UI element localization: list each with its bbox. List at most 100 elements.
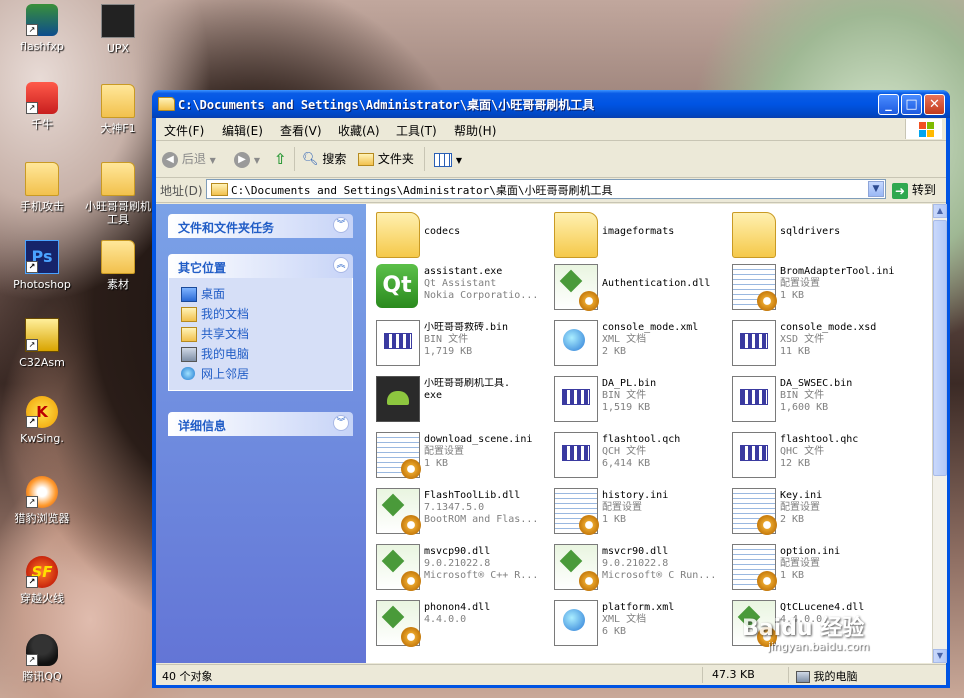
file-item[interactable]: platform.xml XML 文档 6 KB: [548, 596, 726, 652]
file-detail: 6 KB: [602, 626, 627, 637]
file-item[interactable]: option.ini 配置设置 1 KB: [726, 540, 904, 596]
file-item[interactable]: imageformats: [548, 208, 726, 264]
menu-edit[interactable]: 编辑(E): [222, 122, 263, 139]
back-arrow-icon: ◀: [162, 151, 178, 168]
file-item[interactable]: flashtool.qch QCH 文件 6,414 KB: [548, 428, 726, 484]
folders-button[interactable]: 文件夹: [358, 149, 414, 169]
menu-file[interactable]: 文件(F): [164, 122, 204, 139]
desktop-icon-qq[interactable]: ↗ 腾讯QQ: [4, 634, 80, 683]
minimize-button[interactable]: _: [878, 94, 899, 115]
desktop-icon-photoshop[interactable]: Ps ↗ Photoshop: [4, 240, 80, 291]
folder-icon: [101, 84, 135, 118]
other-places-header[interactable]: 其它位置 ︽: [168, 254, 353, 278]
file-text: imageformats: [602, 226, 724, 238]
up-folder-button[interactable]: ⇧: [274, 149, 287, 169]
file-item[interactable]: Authentication.dll: [548, 260, 726, 316]
details-header[interactable]: 详细信息 ︾: [168, 412, 353, 436]
file-item[interactable]: Qt assistant.exe Qt Assistant Nokia Corpora…: [370, 260, 548, 316]
folder-icon: [732, 212, 776, 258]
file-text: console_mode.xml XML 文档 2 KB: [602, 322, 724, 358]
file-item[interactable]: console_mode.xsd XSD 文件 11 KB: [726, 316, 904, 372]
menu-tools[interactable]: 工具(T): [396, 122, 437, 139]
place-desktop[interactable]: 桌面: [181, 284, 342, 304]
collapse-chevron-icon[interactable]: ︽: [333, 257, 349, 273]
expand-chevron-icon[interactable]: ︾: [333, 415, 349, 431]
file-detail: 1 KB: [424, 458, 449, 469]
file-detail: 1 KB: [780, 290, 805, 301]
back-button[interactable]: ◀ 后退 ▼: [162, 149, 216, 169]
desktop-icon-liebao[interactable]: ↗ 猎豹浏览器: [4, 476, 80, 525]
maximize-button[interactable]: □: [901, 94, 922, 115]
file-tasks-header[interactable]: 文件和文件夹任务 ︾: [168, 214, 353, 238]
details-title: 详细信息: [178, 419, 227, 433]
scroll-down-icon[interactable]: ▼: [933, 649, 947, 663]
file-item[interactable]: sqldrivers: [726, 208, 904, 264]
place-network[interactable]: 网上邻居: [181, 364, 342, 384]
desktop-icon-c32asm[interactable]: ↗ C32Asm: [4, 318, 80, 369]
file-detail: 11 KB: [780, 346, 811, 357]
dll-icon: [554, 544, 599, 591]
forward-button[interactable]: ▶ ▼: [234, 149, 260, 169]
address-input[interactable]: C:\Documents and Settings\Administrator\…: [206, 179, 886, 199]
scroll-up-icon[interactable]: ▲: [933, 204, 947, 218]
file-item[interactable]: DA_PL.bin BIN 文件 1,519 KB: [548, 372, 726, 428]
close-button[interactable]: ✕: [924, 94, 945, 115]
file-item[interactable]: console_mode.xml XML 文档 2 KB: [548, 316, 726, 372]
file-name: flashtool.qhc: [780, 434, 859, 445]
file-detail: 2 KB: [602, 346, 627, 357]
file-name: imageformats: [602, 226, 675, 237]
desktop-icon-shouji[interactable]: 手机攻击: [4, 162, 80, 213]
expand-chevron-icon[interactable]: ︾: [333, 217, 349, 233]
search-button[interactable]: 🔍︎ 搜索: [302, 149, 346, 169]
place-shared-documents[interactable]: 共享文档: [181, 324, 342, 344]
file-item[interactable]: msvcp90.dll 9.0.21022.8 Microsoft® C++ R..…: [370, 540, 548, 596]
desktop-icon-sucai[interactable]: 素材: [80, 240, 156, 291]
file-detail: 配置设置: [424, 446, 464, 457]
ini-icon: [732, 264, 777, 311]
desktop-icon-xiaowang[interactable]: 小旺哥哥刷机工具: [80, 162, 156, 226]
file-item[interactable]: codecs: [370, 208, 548, 264]
file-detail: 6,414 KB: [602, 458, 651, 469]
chevron-down-icon[interactable]: ▼: [868, 181, 884, 197]
file-item[interactable]: phonon4.dll 4.4.0.0: [370, 596, 548, 652]
file-item[interactable]: history.ini 配置设置 1 KB: [548, 484, 726, 540]
folder-icon: [101, 240, 135, 274]
ini-icon: [376, 432, 421, 479]
file-item[interactable]: Key.ini 配置设置 2 KB: [726, 484, 904, 540]
file-item[interactable]: msvcr90.dll 9.0.21022.8 Microsoft® C Run..…: [548, 540, 726, 596]
menu-help[interactable]: 帮助(H): [454, 122, 496, 139]
title-bar[interactable]: C:\Documents and Settings\Administrator\…: [152, 90, 950, 118]
file-detail: 配置设置: [602, 502, 642, 513]
file-item[interactable]: BromAdapterTool.ini 配置设置 1 KB: [726, 260, 904, 316]
file-item[interactable]: download_scene.ini 配置设置 1 KB: [370, 428, 548, 484]
desktop-icon-qianniu[interactable]: ↗ 千牛: [4, 82, 80, 131]
go-button[interactable]: ➜ 转到: [892, 181, 936, 199]
file-name: history.ini: [602, 490, 669, 501]
place-label: 我的文档: [201, 307, 250, 321]
file-item[interactable]: flashtool.qhc QHC 文件 12 KB: [726, 428, 904, 484]
place-my-computer[interactable]: 我的电脑: [181, 344, 342, 364]
desktop-icon-dashen[interactable]: 大神F1: [80, 84, 156, 135]
menu-view[interactable]: 查看(V): [280, 122, 322, 139]
file-item[interactable]: FlashToolLib.dll 7.1347.5.0 BootROM and Fl…: [370, 484, 548, 540]
file-item[interactable]: 小旺哥哥救砖.bin BIN 文件 1,719 KB: [370, 316, 548, 372]
desktop-icon-upx[interactable]: UPX: [80, 4, 156, 55]
scroll-thumb[interactable]: [933, 220, 947, 476]
place-my-documents[interactable]: 我的文档: [181, 304, 342, 324]
desktop-icon-flashfxp[interactable]: ↗ flashfxp: [4, 4, 80, 53]
file-name: assistant.exe: [424, 266, 503, 277]
file-item[interactable]: DA_SWSEC.bin BIN 文件 1,600 KB: [726, 372, 904, 428]
details-panel: 详细信息 ︾: [168, 412, 353, 436]
desktop-icon-kwsing[interactable]: K ↗ KwSing.: [4, 396, 80, 445]
desktop-icon-cf[interactable]: SF ↗ 穿越火线: [4, 556, 80, 605]
menu-favorites[interactable]: 收藏(A): [338, 122, 380, 139]
file-item[interactable]: 小旺哥哥刷机工具. exe: [370, 372, 548, 428]
bin-icon: [554, 432, 598, 478]
file-text: msvcr90.dll 9.0.21022.8 Microsoft® C Run..…: [602, 546, 724, 582]
file-detail: Microsoft® C Run...: [602, 570, 717, 581]
file-text: Key.ini 配置设置 2 KB: [780, 490, 902, 526]
dll-icon: [376, 544, 421, 591]
views-button[interactable]: ▼: [434, 149, 462, 169]
vertical-scrollbar[interactable]: ▲ ▼: [932, 204, 947, 663]
file-detail: Qt Assistant: [424, 278, 497, 289]
